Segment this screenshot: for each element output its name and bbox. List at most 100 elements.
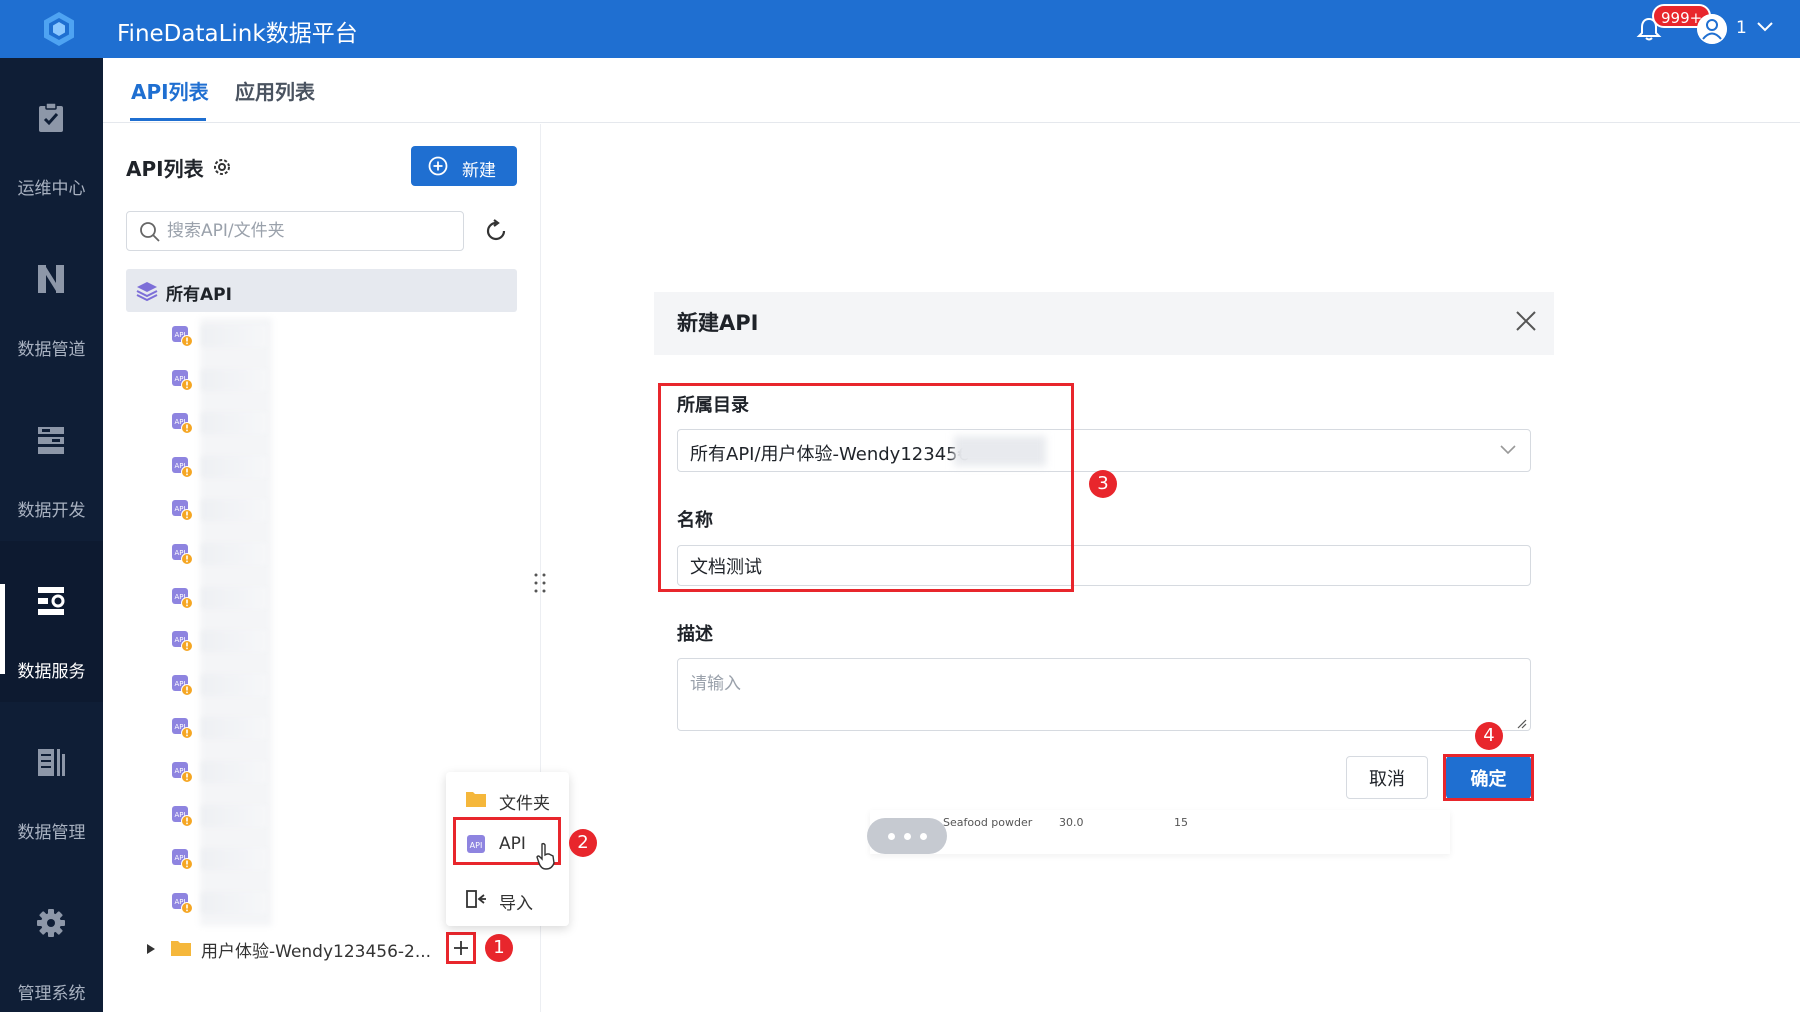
blurred-api-name	[201, 325, 267, 347]
tab-bar	[103, 58, 1800, 123]
menu-item-label: 文件夹	[499, 794, 550, 814]
search-icon	[140, 222, 160, 242]
menu-item-import[interactable]: 导入	[446, 879, 569, 919]
blurred-api-name	[201, 543, 267, 565]
api-warning-icon: API	[172, 849, 193, 871]
tree-folder-row[interactable]: 用户体验-Wendy123456-2...	[140, 934, 440, 964]
close-icon[interactable]	[1515, 310, 1537, 332]
nav-item-manage[interactable]: 数据管理	[0, 702, 103, 863]
api-tree-item[interactable]: API	[171, 888, 267, 918]
hand-cursor-icon	[536, 842, 555, 870]
pipeline-icon	[38, 265, 64, 293]
import-icon	[466, 890, 486, 908]
nav-item-system[interactable]: 管理系统	[0, 863, 103, 1012]
dialog-header	[654, 292, 1554, 355]
settings-gear-icon[interactable]	[211, 156, 233, 178]
new-button-label: 新建	[462, 161, 496, 181]
api-tree-item[interactable]: API	[171, 539, 267, 569]
resize-handle-icon[interactable]	[533, 572, 547, 594]
tree-root-all-api[interactable]: 所有API	[126, 269, 517, 312]
tab-app-list[interactable]: 应用列表	[235, 76, 315, 105]
api-warning-icon: API	[172, 413, 193, 435]
bg-card-item: Seafood powder	[943, 816, 1033, 829]
search-box	[126, 211, 464, 251]
api-tree-item[interactable]: API	[171, 452, 267, 482]
bg-card-value2: 15	[1174, 816, 1188, 829]
folder-label: 用户体验-Wendy123456-2...	[201, 942, 432, 962]
api-tree-item[interactable]: API	[171, 844, 267, 874]
api-warning-icon: API	[172, 718, 193, 740]
nav-label: 数据开发	[17, 501, 86, 521]
add-child-button[interactable]	[446, 932, 476, 964]
api-tree-item[interactable]: API	[171, 757, 267, 787]
menu-item-folder[interactable]: 文件夹	[446, 779, 569, 819]
blurred-api-name	[201, 848, 267, 871]
nav-item-ops[interactable]: 运维中心	[0, 58, 103, 219]
new-button[interactable]: 新建	[411, 146, 517, 186]
folder-icon	[466, 792, 486, 807]
blurred-api-name	[201, 891, 267, 914]
api-warning-icon: API	[172, 500, 193, 522]
blurred-api-name	[201, 804, 267, 827]
blurred-api-name	[201, 673, 267, 696]
tab-api-list[interactable]: API列表	[131, 76, 209, 105]
refresh-icon[interactable]	[484, 219, 508, 243]
api-tree-item[interactable]: API	[171, 626, 267, 656]
api-warning-icon: API	[172, 369, 193, 391]
blurred-api-name	[201, 630, 267, 653]
step-marker-1: 1	[485, 934, 513, 962]
api-warning-icon: API	[172, 674, 193, 696]
bg-card-value1: 30.0	[1059, 816, 1084, 829]
data-bars-icon	[38, 749, 65, 776]
clipboard-check-icon	[39, 102, 63, 132]
gear-icon	[37, 909, 65, 937]
step-marker-3: 3	[1089, 470, 1117, 498]
nav-label: 管理系统	[17, 984, 86, 1004]
app-title: FineDataLink数据平台	[117, 21, 358, 47]
nav-item-service[interactable]: 数据服务	[0, 541, 103, 702]
folder-icon	[171, 941, 191, 956]
highlight-directory-name	[658, 383, 1074, 592]
blurred-api-name	[201, 499, 267, 522]
nav-item-pipeline[interactable]: 数据管道	[0, 219, 103, 380]
tree-root-label: 所有API	[166, 285, 232, 305]
blurred-api-name	[201, 586, 267, 609]
blurred-api-name	[201, 368, 267, 391]
plus-circle-icon	[428, 156, 448, 176]
api-warning-icon: API	[172, 456, 193, 478]
search-input[interactable]	[167, 218, 447, 244]
step-marker-2: 2	[569, 829, 597, 857]
api-tree-item[interactable]: API	[171, 495, 267, 525]
api-tree-item[interactable]: API	[171, 583, 267, 613]
description-textarea[interactable]	[677, 658, 1531, 731]
nav-label: 数据管理	[17, 823, 86, 843]
api-warning-icon: API	[172, 631, 193, 653]
nav-label: 数据管道	[17, 340, 86, 360]
side-nav: 运维中心 数据管道 数据开发 数据服务 数据管理 管理系统	[0, 58, 103, 1012]
blurred-api-name	[201, 412, 267, 435]
expand-triangle-icon[interactable]	[146, 943, 156, 955]
highlight-confirm	[1443, 754, 1534, 801]
api-tree-item[interactable]: API	[171, 801, 267, 831]
api-tree-item[interactable]: API	[171, 408, 267, 438]
user-avatar-icon[interactable]	[1697, 14, 1727, 44]
app-logo-icon	[44, 12, 74, 46]
resize-grip-icon[interactable]	[1516, 718, 1527, 729]
nav-item-dev[interactable]: 数据开发	[0, 380, 103, 541]
api-warning-icon: API	[172, 762, 193, 783]
nav-label: 数据服务	[17, 662, 86, 682]
top-bar: FineDataLink数据平台 999+ 1	[0, 0, 1800, 58]
menu-item-label: 导入	[499, 894, 533, 914]
panel-title: API列表	[126, 157, 204, 181]
api-tree-item[interactable]: API	[171, 321, 267, 351]
chevron-down-icon[interactable]	[1755, 20, 1775, 34]
api-tree-item[interactable]: API	[171, 713, 267, 743]
api-tree-item[interactable]: API	[171, 365, 267, 395]
api-tree-item[interactable]: API	[171, 670, 267, 700]
api-warning-icon: API	[172, 892, 193, 914]
blurred-api-name	[201, 717, 267, 740]
cancel-button[interactable]: 取消	[1346, 756, 1428, 799]
api-warning-icon: API	[172, 805, 193, 827]
user-label[interactable]: 1	[1736, 18, 1747, 38]
dialog-title: 新建API	[677, 311, 759, 335]
